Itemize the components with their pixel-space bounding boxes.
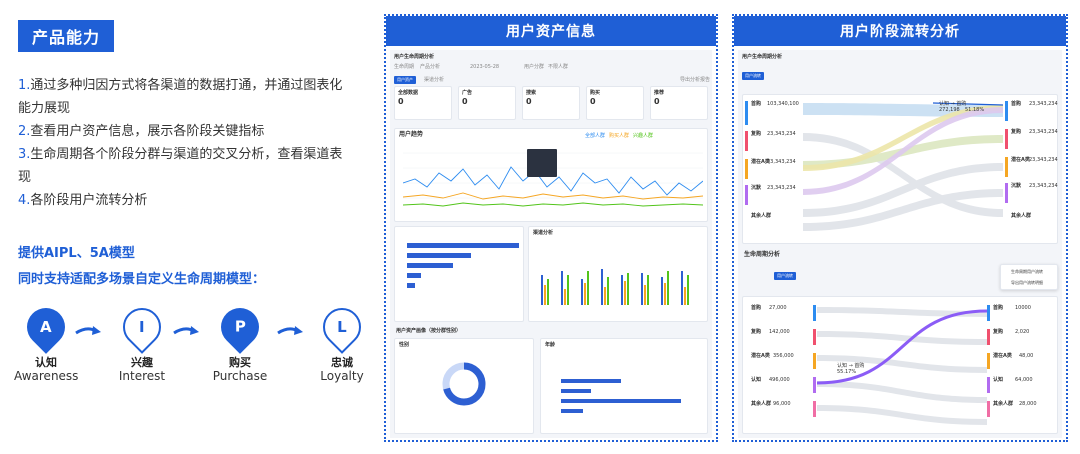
filter-segment[interactable]: 用户分群: [524, 64, 544, 70]
trend-card: 用户趋势 全部人群 购买人群 兴趣人群: [394, 128, 708, 222]
capability-list: 1.通过多种归因方式将各渠道的数据打通，并通过图表化能力展现 2.查看用户资产信…: [18, 74, 348, 212]
donut-chart: [442, 362, 486, 406]
popup-item[interactable]: 生命周期用户流转: [1011, 269, 1043, 275]
section-title: 产品能力: [18, 20, 114, 52]
tab-user-asset[interactable]: 用户资产: [394, 76, 416, 84]
stage-pin: I: [115, 300, 169, 354]
asset-screenshot: 用户生命周期分析 生命周期 产品分析 2023-05-28 用户分群 不限人群 …: [390, 50, 712, 438]
profile-title: 用户资产画像（按分群性别）: [396, 328, 462, 334]
legend-item: 购买人群: [609, 133, 630, 139]
section2-title: 生命周期分析: [744, 251, 781, 258]
legend-item: 全部人群: [585, 133, 606, 139]
tab-user-flow-2[interactable]: 用户流转: [774, 272, 796, 280]
tab-user-flow[interactable]: 用户流转: [742, 72, 764, 80]
stage-pin: P: [213, 300, 267, 354]
sankey-chart: [803, 102, 1003, 231]
capability-item: 4.各阶段用户流转分析: [18, 193, 148, 208]
model-subhighlight: 同时支持适配多场景自定义生命周期模型：: [18, 272, 266, 287]
sankey-card-2: 首购 27,000 复购 142,000 潜在A类 356,000 认知 496…: [742, 296, 1058, 434]
stage-pin: L: [315, 300, 369, 354]
page-title: 用户生命周期分析: [394, 54, 435, 60]
export-button[interactable]: 导出分析报告: [680, 77, 710, 83]
filter-date[interactable]: 2023-05-28: [470, 64, 499, 70]
user-asset-panel: 用户资产信息 用户生命周期分析 生命周期 产品分析 2023-05-28 用户分…: [384, 14, 718, 442]
kpi-card: 搜索 0: [522, 86, 580, 120]
left-node-value: 103,340,100: [767, 101, 799, 107]
arrow-icon: [75, 326, 101, 335]
series-line: [403, 202, 703, 207]
channel-title: 渠道分析: [533, 230, 554, 236]
kpi-card: 广告 0: [458, 86, 516, 120]
export-popup: 生命周期用户流转 导出用户流转明细: [1000, 264, 1058, 290]
chart-tooltip: [527, 149, 557, 177]
trend-title: 用户趋势: [399, 131, 424, 138]
aipl-model: A 认知 Awareness I 兴趣 Interest P 购买 Purcha…: [14, 300, 374, 398]
panel-header: 用户阶段流转分析: [734, 16, 1066, 46]
grouped-bar-chart: [537, 243, 703, 305]
gender-card: 性别: [394, 338, 534, 434]
filter-product[interactable]: 产品分析: [420, 64, 440, 70]
arrow-icon: [173, 326, 199, 335]
capability-item: 2.查看用户资产信息，展示各阶段关键指标: [18, 124, 265, 139]
kpi-card: 推荐 0: [650, 86, 708, 120]
stage-purchase: P 购买 Purchase: [208, 300, 272, 383]
filter-lifecycle[interactable]: 生命周期: [394, 64, 414, 70]
legend-item: 兴趣人群: [633, 133, 654, 139]
distribution-card: [394, 226, 524, 322]
left-node-name: 首购: [751, 101, 762, 107]
capability-item: 1.通过多种归因方式将各渠道的数据打通，并通过图表化能力展现: [18, 78, 343, 116]
tab-channel[interactable]: 渠道分析: [424, 77, 444, 83]
channel-card: 渠道分析: [528, 226, 708, 322]
trend-line-chart: [403, 149, 703, 207]
kpi-card: 购买 0: [586, 86, 644, 120]
age-card: 年龄: [540, 338, 708, 434]
stage-loyalty: L 忠诚 Loyalty: [310, 300, 374, 383]
kpi-card: 全部数据 0: [394, 86, 452, 120]
stage-interest: I 兴趣 Interest: [110, 300, 174, 383]
stage-awareness: A 认知 Awareness: [14, 300, 78, 383]
stage-flow-panel: 用户阶段流转分析 用户生命周期分析 用户流转 首购 103,340,100 复购…: [732, 14, 1068, 442]
stage-pin: A: [19, 300, 73, 354]
popup-item[interactable]: 导出用户流转明细: [1011, 280, 1043, 286]
flow-screenshot: 用户生命周期分析 用户流转 首购 103,340,100 复购 23,343,2…: [738, 50, 1062, 438]
panel-header: 用户资产信息: [386, 16, 716, 46]
model-highlight: 提供AIPL、5A模型: [18, 246, 135, 261]
arrow-icon: [277, 326, 303, 335]
filter-crowd[interactable]: 不限人群: [548, 64, 568, 70]
sankey-card: 首购 103,340,100 复购 23,343,234 潜在A类 23,343…: [742, 94, 1058, 244]
capability-item: 3.生命周期各个阶段分群与渠道的交叉分析，查看渠道表现: [18, 147, 343, 185]
page-title: 用户生命周期分析: [742, 54, 783, 60]
